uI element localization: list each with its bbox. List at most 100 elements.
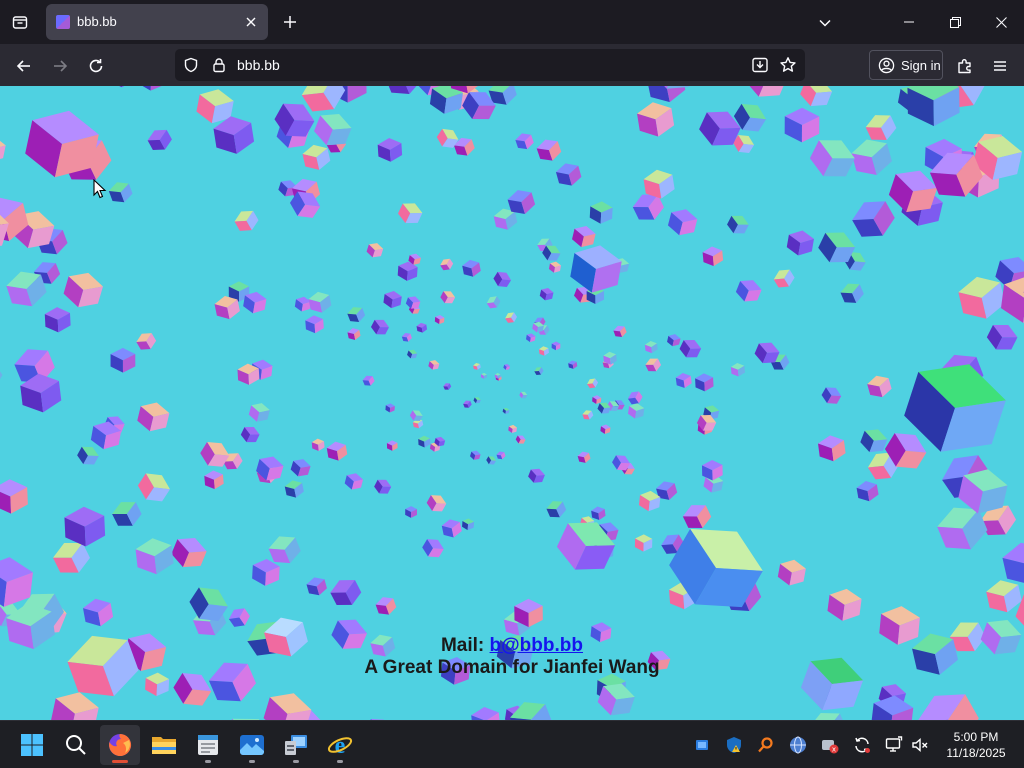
search-icon[interactable] [56,725,96,765]
extensions-puzzle-icon[interactable] [951,52,979,80]
bookmark-star-icon[interactable] [779,56,797,74]
decorative-cube [637,102,675,137]
notepad-icon[interactable] [188,725,228,765]
open-app-indicator [293,760,299,763]
decorative-cube [493,271,512,287]
decorative-cube [407,349,418,359]
decorative-cube [462,518,475,531]
decorative-cube [308,291,332,313]
tab-strip: bbb.bb [0,0,1024,44]
decorative-cube [577,451,591,463]
start-icon[interactable] [12,725,52,765]
decorative-cube [546,501,567,518]
sync-icon[interactable] [852,735,872,755]
url-text[interactable]: bbb.bb [237,57,280,73]
decorative-cube [443,383,452,390]
decorative-cube [252,559,280,586]
decorative-cube [827,588,862,621]
list-all-tabs-chevron-icon[interactable] [814,12,836,34]
decorative-cube [568,360,578,369]
lock-icon[interactable] [211,57,227,73]
display-icon[interactable] [884,735,904,755]
new-tab-plus-icon[interactable] [278,10,302,34]
forward-arrow-icon[interactable] [46,52,74,80]
decorative-cube [473,397,481,404]
network-globe-icon[interactable] [788,735,808,755]
decorative-cube [0,136,6,162]
address-bar[interactable]: bbb.bb [175,49,805,81]
decorative-cube [386,440,398,451]
decorative-cube [290,459,311,477]
decorative-cube [305,315,324,334]
decorative-cube [370,319,390,335]
decorative-cube [480,372,488,379]
decorative-cube [502,407,510,414]
firefox-icon[interactable] [100,725,140,765]
decorative-cube [695,373,714,392]
decorative-cube [551,341,561,351]
decorative-cube [528,468,545,483]
tab-active[interactable]: bbb.bb [46,4,268,40]
decorative-cube [508,424,518,434]
decorative-cube [786,230,814,256]
onedrive-icon[interactable] [692,735,712,755]
decorative-cube [306,577,327,596]
close-window-icon[interactable] [978,0,1024,44]
floating-cubes-canvas [0,86,1024,720]
control-panel-icon[interactable] [276,725,316,765]
photos-icon[interactable] [232,725,272,765]
reload-icon[interactable] [82,52,110,80]
decorative-cube [773,269,795,288]
decorative-cube [582,410,594,420]
decorative-cube [587,378,599,389]
decorative-cube [228,608,250,627]
decorative-cube [871,695,914,720]
account-avatar-icon [878,57,895,73]
decorative-cube [644,341,658,354]
bluetooth-icon[interactable]: x [820,735,840,755]
decorative-cube [440,291,456,304]
internet-explorer-icon[interactable]: e [320,725,360,765]
decorative-cube [82,598,114,627]
tracking-protection-shield-icon[interactable] [183,57,199,73]
decorative-cube [907,86,960,127]
decorative-cube [440,258,454,271]
decorative-cube [428,360,440,370]
back-arrow-icon[interactable] [10,52,38,80]
decorative-cube [107,86,135,88]
decorative-cube [112,502,142,526]
decorative-cube [147,129,172,150]
decorative-cube [383,290,402,309]
decorative-cube [471,706,501,720]
decorative-cube [418,435,431,448]
decorative-cube [0,362,3,390]
defender-icon[interactable] [724,735,744,755]
decorative-cube [248,403,270,422]
firefox-view-icon[interactable] [8,10,32,34]
decorative-cube [344,473,364,490]
system-clock[interactable]: 5:00 PM 11/18/2025 [938,729,1014,761]
mail-link[interactable]: b@bbb.bb [490,635,583,656]
restore-icon[interactable] [932,0,978,44]
decorative-cube [539,287,554,301]
tagline: A Great Domain for Jianfei Wang [364,657,660,678]
volume-muted-icon[interactable] [910,735,930,755]
decorative-cube [137,473,171,502]
decorative-cube [667,334,681,347]
search-tool-icon[interactable] [756,735,776,755]
decorative-cube [986,580,1022,613]
save-to-pocket-icon[interactable] [751,56,769,74]
close-tab-icon[interactable] [242,13,260,31]
open-app-indicator [249,760,255,763]
decorative-cube [486,456,497,465]
decorative-cube [171,537,207,568]
decorative-cube [64,506,106,547]
hamburger-menu-icon[interactable] [986,52,1014,80]
decorative-cube [727,215,749,234]
sign-in-button[interactable]: Sign in [869,50,943,80]
decorative-cube [434,314,445,325]
minimize-icon[interactable] [886,0,932,44]
decorative-cube [486,296,501,309]
file-explorer-icon[interactable] [144,725,184,765]
decorative-cube [702,246,724,267]
